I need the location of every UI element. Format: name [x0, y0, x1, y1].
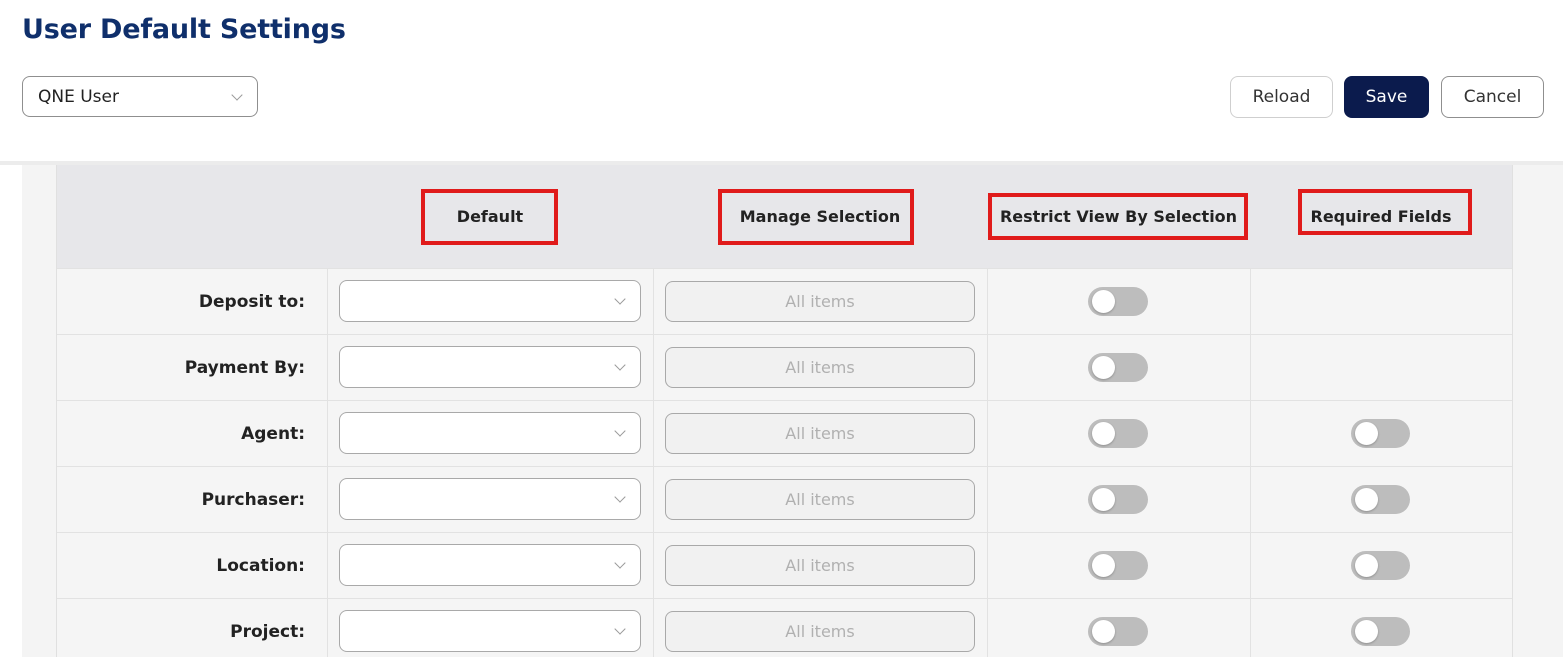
chevron-down-icon [231, 88, 243, 101]
column-divider [327, 335, 328, 400]
cancel-button[interactable]: Cancel [1441, 76, 1544, 118]
column-divider [327, 269, 328, 334]
manage-selection-field[interactable]: All items [665, 413, 975, 454]
row-label: Project: [230, 621, 305, 642]
row-label: Deposit to: [198, 291, 305, 312]
toggle-knob [1355, 554, 1378, 577]
restrict-view-toggle[interactable] [1088, 485, 1148, 514]
settings-table: Default Manage Selection Restrict View B… [56, 165, 1513, 657]
column-divider [1250, 599, 1251, 657]
default-select[interactable] [339, 346, 641, 388]
highlight-box-required-fields [1298, 189, 1472, 235]
manage-selection-field[interactable]: All items [665, 479, 975, 520]
table-row: Purchaser: All items [57, 466, 1512, 532]
column-divider [1250, 401, 1251, 466]
reload-button[interactable]: Reload [1230, 76, 1333, 118]
save-button[interactable]: Save [1344, 76, 1429, 118]
toggle-knob [1355, 620, 1378, 643]
column-divider [653, 335, 654, 400]
manage-selection-field[interactable]: All items [665, 611, 975, 652]
required-field-toggle[interactable] [1351, 419, 1410, 448]
row-label: Agent: [241, 423, 305, 444]
table-row: Payment By: All items [57, 334, 1512, 400]
row-label: Purchaser: [201, 489, 305, 510]
restrict-view-toggle[interactable] [1088, 353, 1148, 382]
manage-selection-field[interactable]: All items [665, 545, 975, 586]
column-divider [987, 401, 988, 466]
user-select[interactable]: QNE User [22, 76, 258, 117]
manage-selection-field[interactable]: All items [665, 281, 975, 322]
default-select[interactable] [339, 544, 641, 586]
table-row: Location: All items [57, 532, 1512, 598]
column-divider [987, 467, 988, 532]
table-row: Project: All items [57, 598, 1512, 657]
toggle-knob [1092, 488, 1115, 511]
column-divider [1250, 269, 1251, 334]
column-divider [1250, 335, 1251, 400]
default-select[interactable] [339, 610, 641, 652]
required-field-toggle[interactable] [1351, 551, 1410, 580]
column-divider [1250, 533, 1251, 598]
toggle-knob [1092, 356, 1115, 379]
column-divider [327, 401, 328, 466]
row-label: Payment By: [184, 357, 305, 378]
column-divider [653, 599, 654, 657]
manage-selection-field[interactable]: All items [665, 347, 975, 388]
restrict-view-toggle[interactable] [1088, 287, 1148, 316]
row-label: Location: [216, 555, 305, 576]
column-divider [327, 467, 328, 532]
default-select[interactable] [339, 280, 641, 322]
chevron-down-icon [614, 359, 626, 371]
highlight-box-restrict-view [988, 193, 1248, 240]
column-divider [653, 269, 654, 334]
column-divider [653, 533, 654, 598]
highlight-box-default [421, 189, 558, 245]
default-select[interactable] [339, 478, 641, 520]
required-field-toggle[interactable] [1351, 617, 1410, 646]
table-header: Default Manage Selection Restrict View B… [57, 165, 1512, 268]
column-divider [987, 533, 988, 598]
highlight-box-manage-selection [718, 189, 914, 245]
restrict-view-toggle[interactable] [1088, 617, 1148, 646]
toggle-knob [1355, 422, 1378, 445]
toggle-knob [1092, 554, 1115, 577]
column-divider [653, 401, 654, 466]
column-divider [1250, 467, 1251, 532]
chevron-down-icon [614, 293, 626, 305]
column-divider [327, 599, 328, 657]
default-select[interactable] [339, 412, 641, 454]
chevron-down-icon [614, 425, 626, 437]
required-field-toggle[interactable] [1351, 485, 1410, 514]
column-divider [327, 533, 328, 598]
column-divider [987, 335, 988, 400]
restrict-view-toggle[interactable] [1088, 419, 1148, 448]
column-divider [987, 269, 988, 334]
restrict-view-toggle[interactable] [1088, 551, 1148, 580]
user-select-value: QNE User [38, 86, 119, 107]
toggle-knob [1092, 422, 1115, 445]
toggle-knob [1355, 488, 1378, 511]
chevron-down-icon [614, 623, 626, 635]
chevron-down-icon [614, 557, 626, 569]
toggle-knob [1092, 290, 1115, 313]
user-default-settings-page: User Default Settings QNE User Reload Sa… [0, 0, 1563, 657]
column-divider [653, 467, 654, 532]
table-row: Agent: All items [57, 400, 1512, 466]
table-row: Deposit to: All items [57, 268, 1512, 334]
page-title: User Default Settings [22, 14, 346, 45]
chevron-down-icon [614, 491, 626, 503]
toggle-knob [1092, 620, 1115, 643]
column-divider [987, 599, 988, 657]
